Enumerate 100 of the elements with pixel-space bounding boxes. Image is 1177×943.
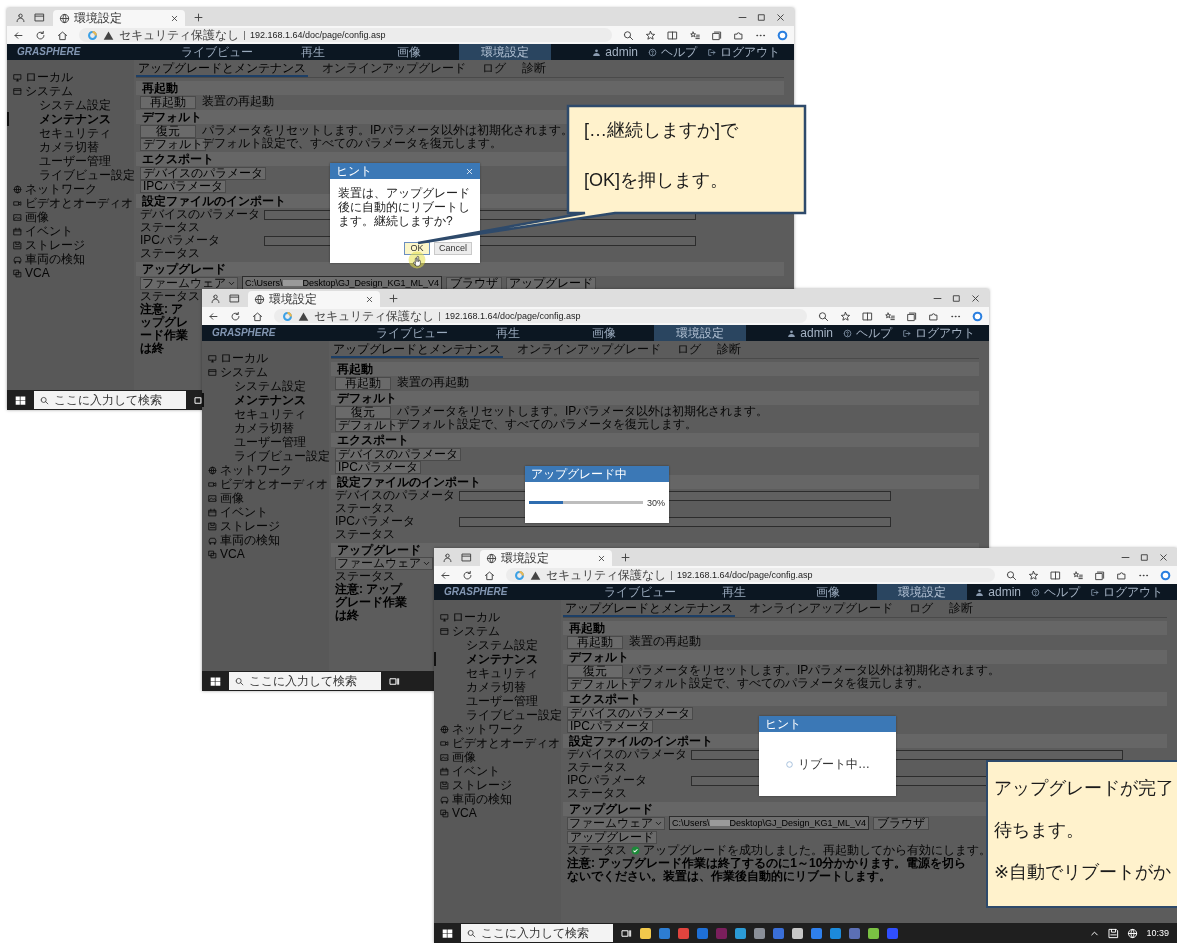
sub-tab[interactable]: オンラインアップグレード bbox=[747, 601, 895, 617]
sidebar-item[interactable]: メンテナンス bbox=[7, 112, 134, 126]
nav-tab[interactable]: 環境設定 bbox=[877, 584, 968, 600]
refresh-icon[interactable] bbox=[35, 29, 46, 41]
nav-tab[interactable]: 再生 bbox=[689, 584, 780, 600]
sidebar-item[interactable]: 車両の検知 bbox=[202, 533, 329, 547]
close-icon[interactable] bbox=[365, 294, 374, 304]
split-screen-icon[interactable] bbox=[1050, 569, 1061, 581]
logout-link[interactable]: ログアウト bbox=[1103, 585, 1164, 599]
action-button[interactable]: デバイスのパラメータ bbox=[567, 706, 693, 720]
sidebar-item[interactable]: VCA bbox=[202, 547, 329, 561]
nav-tab[interactable]: ライブビュー bbox=[594, 584, 685, 600]
sub-tab[interactable]: アップグレードとメンテナンス bbox=[563, 601, 735, 617]
sidebar-item[interactable]: 画像 bbox=[202, 491, 329, 505]
logout-link[interactable]: ログアウト bbox=[720, 45, 780, 59]
back-icon[interactable] bbox=[208, 310, 219, 322]
windows-start-icon[interactable] bbox=[15, 394, 26, 406]
sub-tab[interactable]: アップグレードとメンテナンス bbox=[136, 61, 308, 77]
favorites-icon[interactable] bbox=[1072, 569, 1083, 581]
task-view-icon[interactable] bbox=[389, 675, 400, 687]
sidebar-item[interactable]: ライブビュー設定 bbox=[202, 449, 329, 463]
sub-tab[interactable]: オンラインアップグレード bbox=[515, 342, 663, 358]
star-icon[interactable] bbox=[1028, 569, 1039, 581]
nav-tab[interactable]: ライブビュー bbox=[171, 44, 263, 60]
sub-tab[interactable]: オンラインアップグレード bbox=[320, 61, 468, 77]
sidebar-item[interactable]: VCA bbox=[434, 806, 561, 820]
star-icon[interactable] bbox=[645, 29, 656, 41]
split-screen-icon[interactable] bbox=[862, 310, 873, 322]
action-button[interactable]: デバイスのパラメータ bbox=[140, 166, 266, 180]
task-view-icon[interactable] bbox=[194, 394, 205, 406]
sidebar-item[interactable]: 画像 bbox=[7, 210, 134, 224]
back-icon[interactable] bbox=[440, 569, 451, 581]
favorites-icon[interactable] bbox=[689, 29, 700, 41]
sidebar-item[interactable]: システム bbox=[434, 624, 561, 638]
action-button[interactable]: 再起動 bbox=[567, 635, 623, 649]
nav-tab[interactable]: 再生 bbox=[267, 44, 359, 60]
sidebar-item[interactable]: ビデオとオーディオ bbox=[7, 196, 134, 210]
close-icon[interactable] bbox=[597, 553, 606, 563]
browser-tab[interactable]: 環境設定 bbox=[480, 550, 612, 566]
sub-tab[interactable]: 診断 bbox=[947, 601, 975, 617]
maximize-icon[interactable] bbox=[951, 292, 962, 304]
sidebar-item[interactable]: ネットワーク bbox=[434, 722, 561, 736]
close-icon[interactable] bbox=[970, 292, 981, 304]
search-icon[interactable] bbox=[818, 310, 829, 322]
sidebar-item[interactable]: セキュリティ bbox=[434, 666, 561, 680]
sidebar-item[interactable]: 車両の検知 bbox=[434, 792, 561, 806]
sidebar-item[interactable]: システム設定 bbox=[202, 379, 329, 393]
nav-tab[interactable]: ライブビュー bbox=[366, 325, 458, 341]
sidebar-item[interactable]: メンテナンス bbox=[434, 652, 561, 666]
help-link[interactable]: ヘルプ bbox=[661, 45, 697, 59]
favorites-icon[interactable] bbox=[884, 310, 895, 322]
new-tab-icon[interactable] bbox=[388, 292, 399, 304]
clock-time[interactable]: 10:39 bbox=[1146, 927, 1169, 939]
sidebar-item[interactable]: システム bbox=[7, 84, 134, 98]
app-icon[interactable] bbox=[735, 927, 746, 939]
home-icon[interactable] bbox=[57, 29, 68, 41]
address-bar[interactable]: セキュリティ保護なし 192.168.1.64/doc/page/config.asp bbox=[79, 28, 612, 42]
taskbar-search-field[interactable]: ここに入力して検索 bbox=[461, 924, 613, 942]
dialog-button[interactable]: OK bbox=[404, 242, 430, 255]
maximize-icon[interactable] bbox=[1139, 551, 1150, 563]
action-button[interactable]: アップグレード bbox=[567, 831, 657, 844]
sidebar-item[interactable]: メンテナンス bbox=[202, 393, 329, 407]
sidebar-item[interactable]: ユーザー管理 bbox=[434, 694, 561, 708]
search-icon[interactable] bbox=[1006, 569, 1017, 581]
search-icon[interactable] bbox=[623, 29, 634, 41]
sub-tab[interactable]: 診断 bbox=[715, 342, 743, 358]
sidebar-item[interactable]: システム bbox=[202, 365, 329, 379]
home-icon[interactable] bbox=[252, 310, 263, 322]
task-view-icon[interactable] bbox=[621, 927, 632, 939]
browser-tab[interactable]: 環境設定 bbox=[248, 291, 380, 307]
file-path-field[interactable]: C:\Users\ Desktop\GJ_Design_KG1_ML_V4 bbox=[669, 816, 870, 830]
file-path-field[interactable]: C:\Users\ Desktop\GJ_Design_KG1_ML_V4 bbox=[242, 276, 443, 290]
nav-tab[interactable]: 環境設定 bbox=[459, 44, 551, 60]
app-icon[interactable] bbox=[754, 927, 765, 939]
tabs-icon[interactable] bbox=[461, 551, 472, 563]
refresh-icon[interactable] bbox=[230, 310, 241, 322]
address-bar[interactable]: セキュリティ保護なし 192.168.1.64/doc/page/config.asp bbox=[274, 309, 807, 323]
tabs-icon[interactable] bbox=[229, 292, 240, 304]
action-button[interactable]: ブラウザ bbox=[446, 276, 503, 290]
sidebar-item[interactable]: ビデオとオーディオ bbox=[202, 477, 329, 491]
sidebar-item[interactable]: カメラ切替 bbox=[202, 421, 329, 435]
sidebar-item[interactable]: ユーザー管理 bbox=[202, 435, 329, 449]
maximize-icon[interactable] bbox=[756, 11, 767, 23]
profile-icon[interactable] bbox=[15, 11, 26, 23]
sidebar-item[interactable]: ストレージ bbox=[7, 238, 134, 252]
app-icon[interactable] bbox=[811, 927, 822, 939]
collections-icon[interactable] bbox=[1094, 569, 1105, 581]
logout-link[interactable]: ログアウト bbox=[915, 326, 975, 340]
windows-start-icon[interactable] bbox=[210, 675, 221, 687]
sidebar-item[interactable]: 画像 bbox=[434, 750, 561, 764]
browser-tab[interactable]: 環境設定 bbox=[53, 10, 185, 26]
collections-icon[interactable] bbox=[906, 310, 917, 322]
help-link[interactable]: ヘルプ bbox=[856, 326, 892, 340]
action-button[interactable]: ブラウザ bbox=[873, 816, 930, 830]
new-tab-icon[interactable] bbox=[620, 551, 631, 563]
action-button[interactable]: 再起動 bbox=[335, 376, 391, 390]
windows-start-icon[interactable] bbox=[442, 927, 453, 939]
sidebar-item[interactable]: システム設定 bbox=[7, 98, 134, 112]
sidebar-item[interactable]: セキュリティ bbox=[202, 407, 329, 421]
sidebar-item[interactable]: カメラ切替 bbox=[434, 680, 561, 694]
